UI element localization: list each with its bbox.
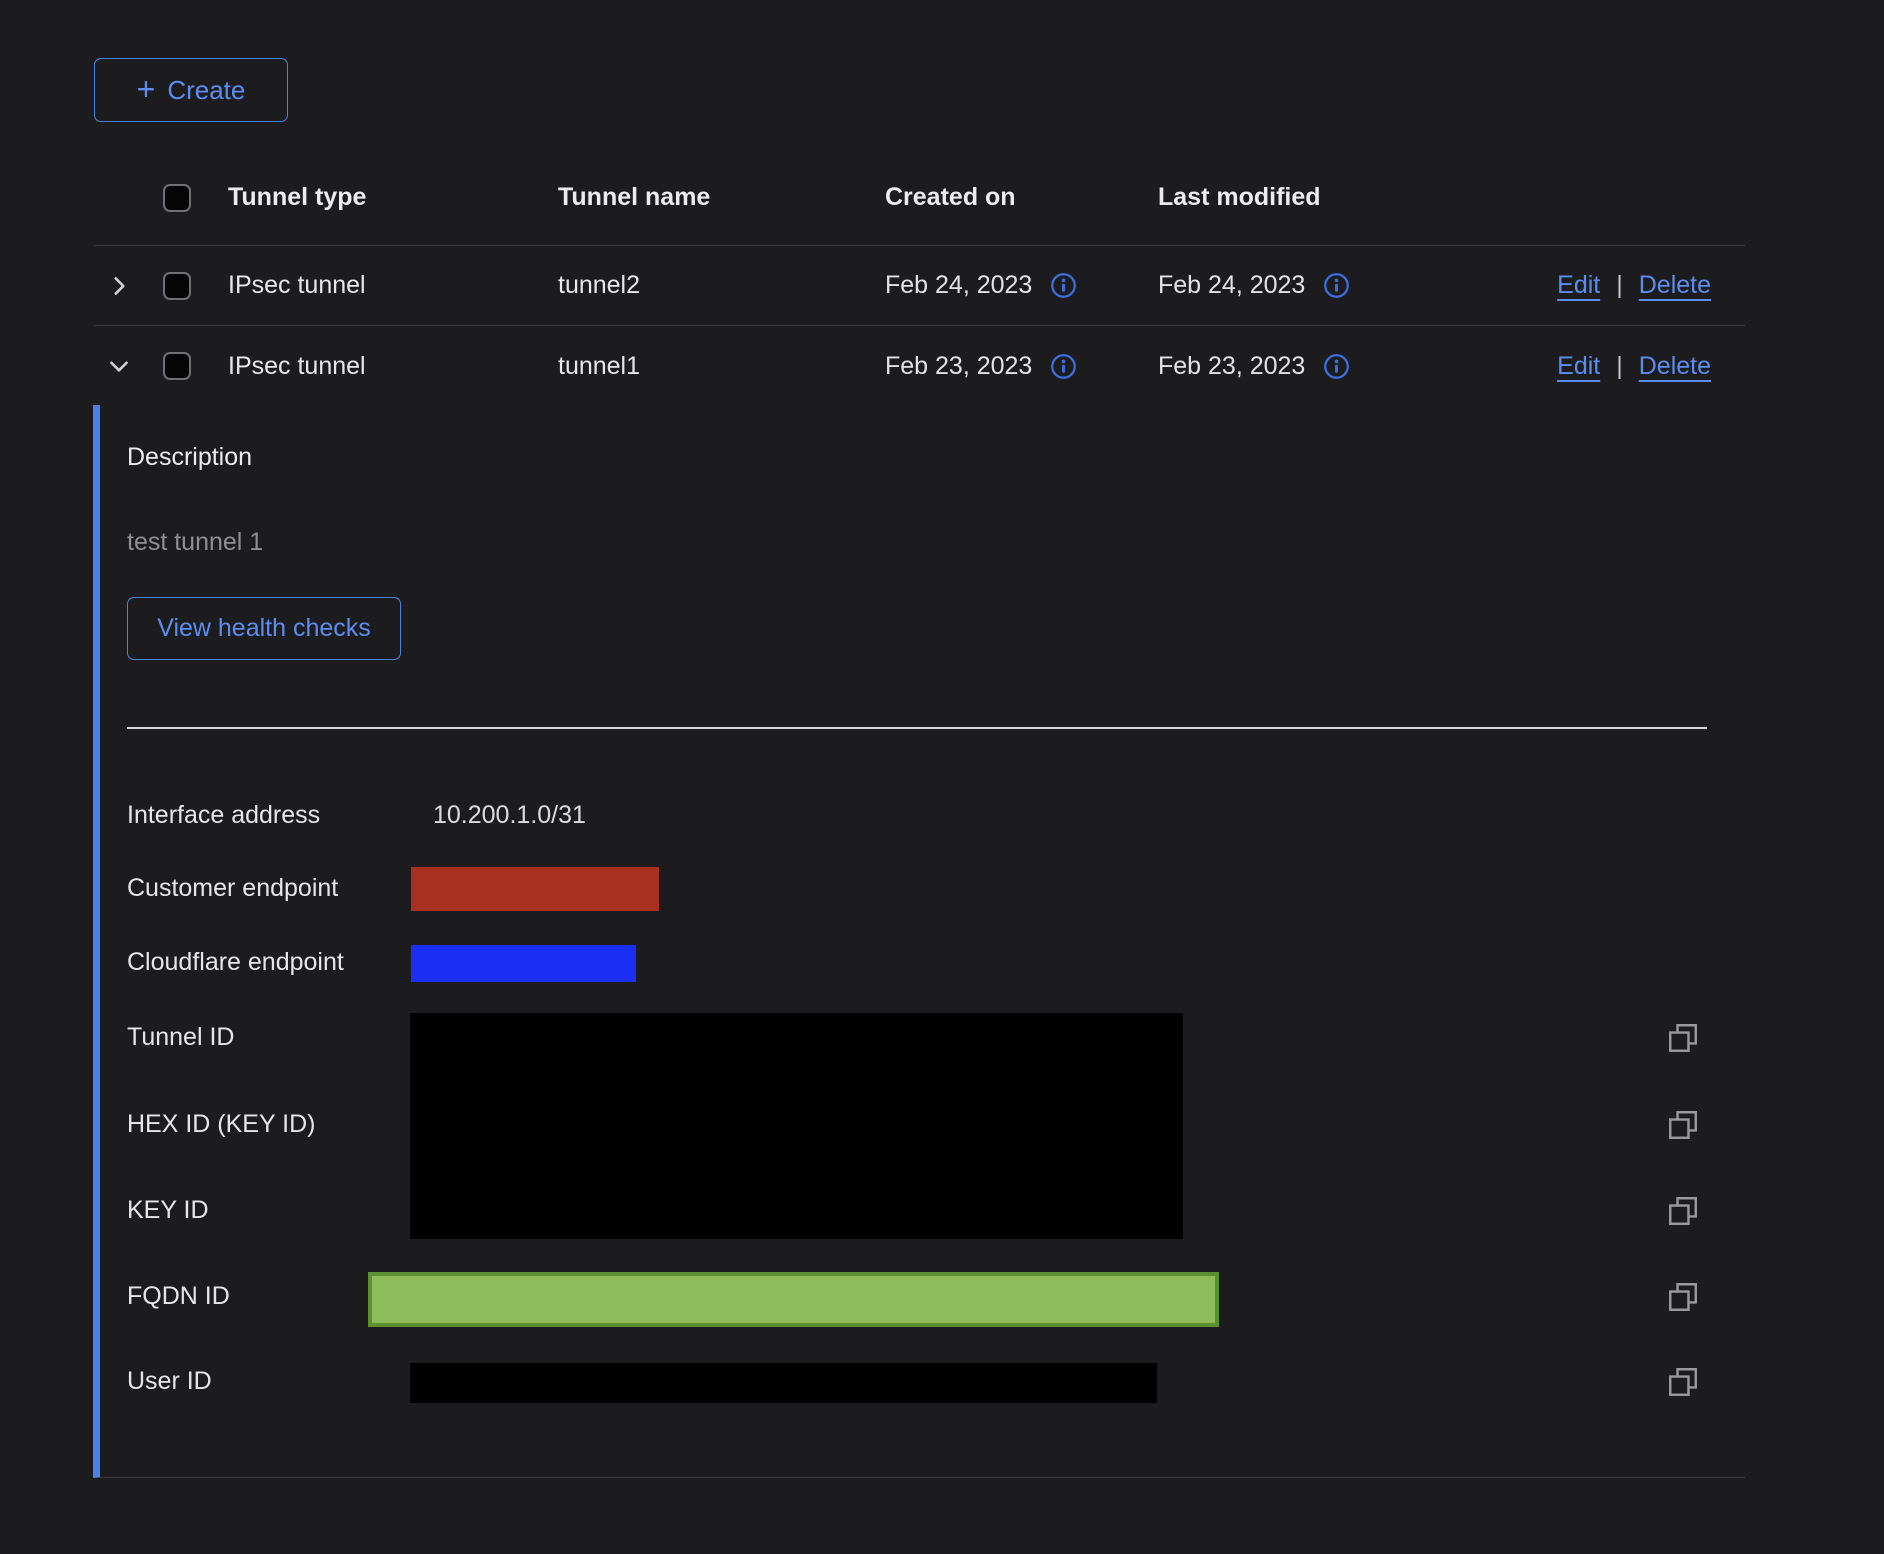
fqdn-id-redacted-value (368, 1272, 1219, 1327)
tunnel-type-cell: IPsec tunnel (228, 352, 558, 381)
copy-icon (1666, 1021, 1700, 1055)
info-icon[interactable] (1050, 353, 1077, 380)
create-button-label: Create (167, 75, 245, 106)
ids-redacted-value (410, 1013, 1183, 1239)
created-on-cell: Feb 23, 2023 (885, 352, 1032, 381)
create-button[interactable]: + Create (94, 58, 288, 122)
actions-separator: | (1616, 271, 1623, 300)
interface-address-value: 10.200.1.0/31 (433, 801, 586, 830)
tunnel-id-label: Tunnel ID (127, 1023, 234, 1052)
description-value: test tunnel 1 (127, 528, 263, 557)
table-row: IPsec tunnel tunnel2 Feb 24, 2023 Feb 24… (94, 246, 1745, 326)
tunnels-table: Tunnel type Tunnel name Created on Last … (94, 150, 1745, 406)
tunnels-page: + Create Tunnel type Tunnel name Created… (0, 0, 1884, 1554)
row-checkbox[interactable] (163, 272, 191, 300)
cloudflare-endpoint-redacted-value (411, 945, 636, 982)
copy-icon (1666, 1108, 1700, 1142)
hex-id-label: HEX ID (KEY ID) (127, 1110, 315, 1139)
delete-link[interactable]: Delete (1639, 352, 1711, 381)
header-tunnel-name: Tunnel name (558, 183, 885, 212)
user-id-label: User ID (127, 1367, 212, 1396)
actions-separator: | (1616, 352, 1623, 381)
copy-icon (1666, 1280, 1700, 1314)
copy-key-id-button[interactable] (1666, 1194, 1700, 1228)
chevron-down-icon[interactable] (106, 353, 132, 379)
tunnel-type-cell: IPsec tunnel (228, 271, 558, 300)
info-icon[interactable] (1323, 272, 1350, 299)
info-icon[interactable] (1050, 272, 1077, 299)
user-id-redacted-value (410, 1363, 1157, 1403)
key-id-label: KEY ID (127, 1196, 209, 1225)
copy-hex-id-button[interactable] (1666, 1108, 1700, 1142)
copy-user-id-button[interactable] (1666, 1365, 1700, 1399)
customer-endpoint-redacted-value (411, 867, 659, 911)
edit-link[interactable]: Edit (1557, 352, 1600, 381)
table-row: IPsec tunnel tunnel1 Feb 23, 2023 Feb 23… (94, 326, 1745, 406)
copy-fqdn-id-button[interactable] (1666, 1280, 1700, 1314)
interface-address-label: Interface address (127, 801, 320, 830)
view-health-checks-button[interactable]: View health checks (127, 597, 401, 660)
cloudflare-endpoint-label: Cloudflare endpoint (127, 948, 344, 977)
select-all-checkbox[interactable] (163, 184, 191, 212)
section-divider (127, 727, 1707, 729)
table-header-row: Tunnel type Tunnel name Created on Last … (94, 150, 1745, 246)
delete-link[interactable]: Delete (1639, 271, 1711, 300)
copy-icon (1666, 1365, 1700, 1399)
row-checkbox[interactable] (163, 352, 191, 380)
copy-tunnel-id-button[interactable] (1666, 1021, 1700, 1055)
created-on-cell: Feb 24, 2023 (885, 271, 1032, 300)
header-tunnel-type: Tunnel type (228, 183, 558, 212)
customer-endpoint-label: Customer endpoint (127, 874, 338, 903)
tunnel-name-cell: tunnel1 (558, 352, 885, 381)
fqdn-id-label: FQDN ID (127, 1282, 230, 1311)
edit-link[interactable]: Edit (1557, 271, 1600, 300)
description-label: Description (127, 443, 252, 472)
header-last-modified: Last modified (1158, 183, 1540, 212)
copy-icon (1666, 1194, 1700, 1228)
plus-icon: + (137, 73, 156, 105)
chevron-right-icon[interactable] (106, 273, 132, 299)
info-icon[interactable] (1323, 353, 1350, 380)
tunnel-name-cell: tunnel2 (558, 271, 885, 300)
last-modified-cell: Feb 23, 2023 (1158, 352, 1305, 381)
last-modified-cell: Feb 24, 2023 (1158, 271, 1305, 300)
header-created-on: Created on (885, 183, 1158, 212)
